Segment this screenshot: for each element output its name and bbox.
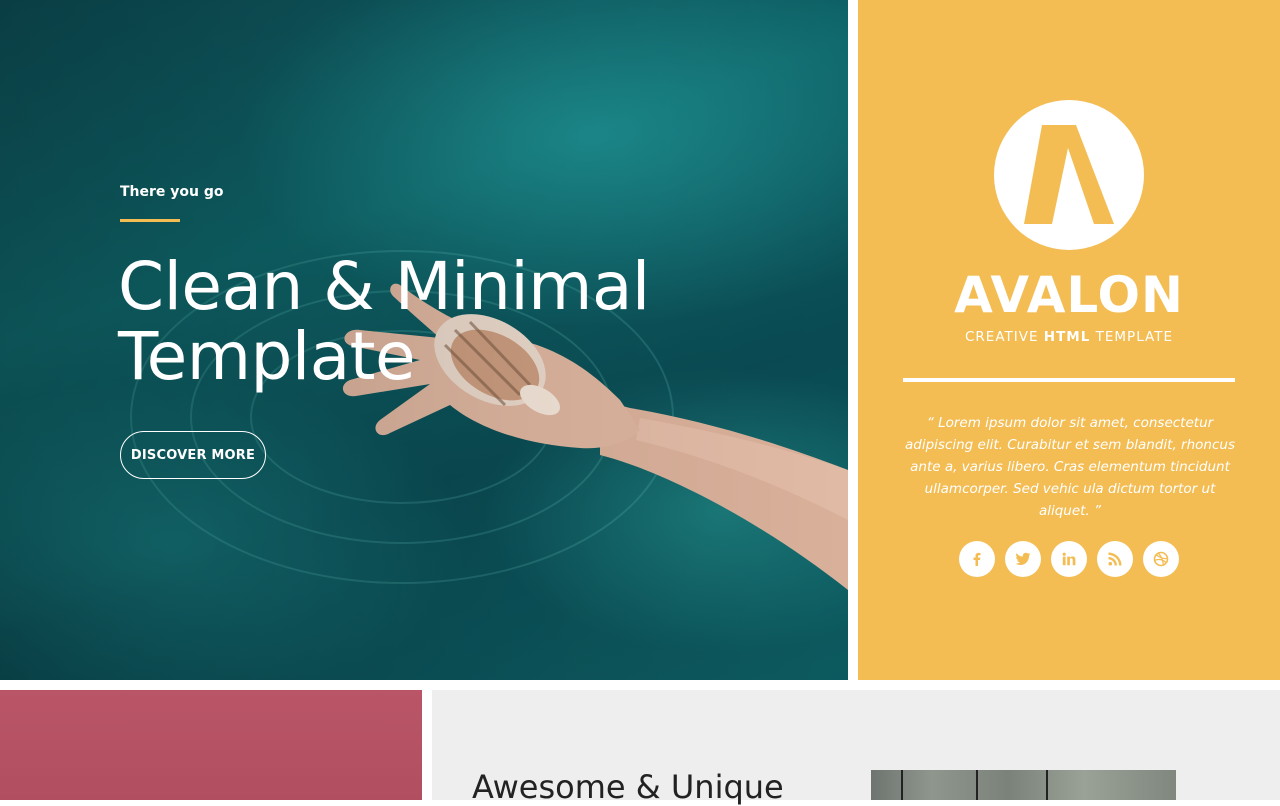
hero-title-line: Clean & Minimal xyxy=(118,248,650,325)
brand-name: AVALON xyxy=(954,266,1184,324)
facebook-icon xyxy=(973,552,981,566)
avalon-logo[interactable] xyxy=(994,100,1144,250)
linkedin-icon xyxy=(1062,552,1076,566)
hero-section: There you go Clean & Minimal Template DI… xyxy=(0,0,848,680)
wood-image xyxy=(871,770,1176,800)
brand-divider xyxy=(903,378,1235,382)
tagline-text: CREATIVE xyxy=(964,329,1044,345)
wood-line xyxy=(1046,770,1048,800)
tagline-text: TEMPLATE xyxy=(1090,329,1173,345)
features-title: Awesome & Unique xyxy=(472,768,784,806)
hero-title: Clean & Minimal Template xyxy=(118,252,758,392)
brand-tagline: CREATIVE HTML TEMPLATE xyxy=(858,329,1280,345)
rss-button[interactable] xyxy=(1097,541,1133,577)
hero-eyebrow: There you go xyxy=(120,184,224,200)
wood-line xyxy=(976,770,978,800)
hero-title-line: Template xyxy=(118,318,416,395)
features-section: Awesome & Unique xyxy=(432,690,1280,806)
linkedin-button[interactable] xyxy=(1051,541,1087,577)
twitter-button[interactable] xyxy=(1005,541,1041,577)
facebook-button[interactable] xyxy=(959,541,995,577)
dribbble-button[interactable] xyxy=(1143,541,1179,577)
rss-icon xyxy=(1108,552,1122,566)
pink-feature-block xyxy=(0,690,422,800)
discover-more-button[interactable]: DISCOVER MORE xyxy=(120,431,266,479)
wood-line xyxy=(901,770,903,800)
twitter-icon xyxy=(1015,552,1031,565)
social-links xyxy=(858,541,1280,577)
tagline-bold: HTML xyxy=(1043,329,1091,345)
logo-a-icon xyxy=(1024,125,1114,224)
dribbble-icon xyxy=(1153,551,1169,567)
brand-panel: AVALON CREATIVE HTML TEMPLATE “ Lorem ip… xyxy=(858,0,1280,680)
eyebrow-underline xyxy=(120,219,180,222)
brand-quote: “ Lorem ipsum dolor sit amet, consectetu… xyxy=(905,415,1235,519)
